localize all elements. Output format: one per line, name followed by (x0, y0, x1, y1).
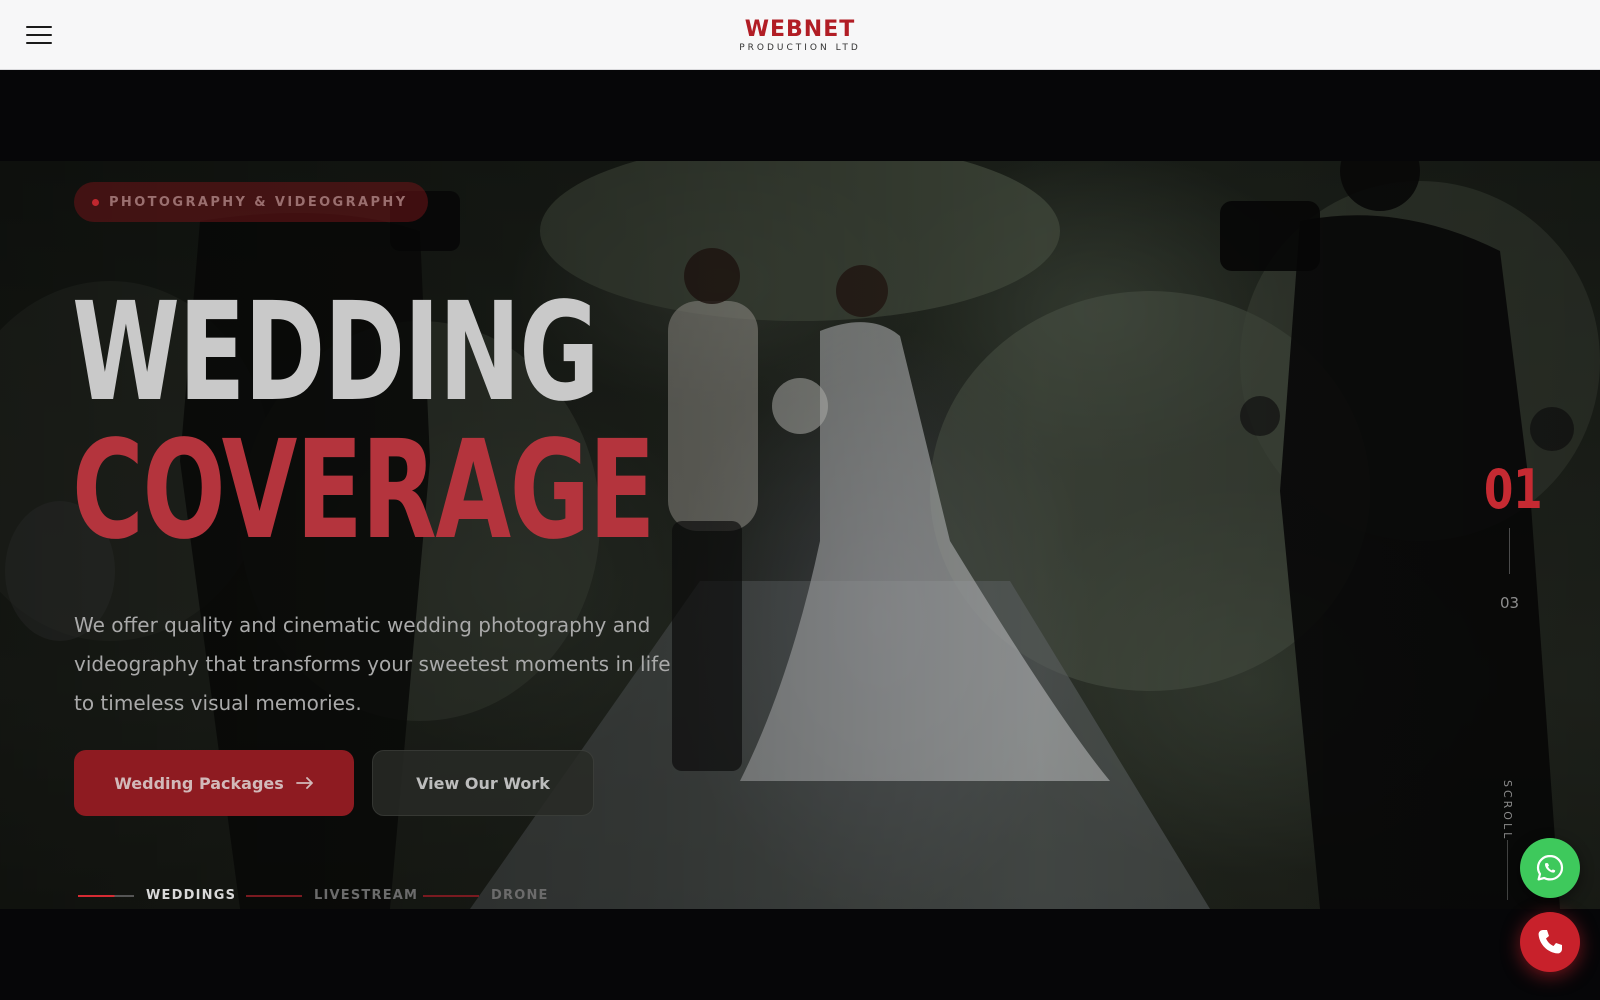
brand-tagline: PRODUCTION LTD (739, 42, 861, 53)
whatsapp-button[interactable] (1520, 838, 1580, 898)
view-our-work-button[interactable]: View Our Work (372, 750, 594, 816)
scroll-indicator-label: SCROLL (1501, 780, 1514, 842)
tab-label: LIVESTREAM (314, 888, 419, 903)
bottom-letterbox (0, 909, 1600, 1000)
tab-indicator-line (423, 894, 479, 897)
hamburger-menu-icon[interactable] (26, 22, 52, 46)
site-header: WEBNET PRODUCTION LTD (0, 0, 1600, 70)
hero-title-line2: COVERAGE (72, 412, 656, 570)
menu-bar (26, 42, 52, 44)
tab-drone[interactable]: DRONE (423, 888, 549, 903)
category-tag-label: PHOTOGRAPHY & VIDEOGRAPHY (109, 194, 408, 210)
view-our-work-label: View Our Work (416, 773, 550, 793)
wedding-packages-label: Wedding Packages (114, 773, 284, 793)
tab-label: WEDDINGS (146, 888, 237, 903)
tag-dot-icon (92, 198, 99, 206)
brand-logo[interactable]: WEBNET PRODUCTION LTD (739, 16, 861, 53)
menu-bar (26, 34, 52, 36)
arrow-right-icon (295, 777, 313, 789)
tab-livestream[interactable]: LIVESTREAM (246, 888, 418, 903)
wedding-packages-button[interactable]: Wedding Packages (74, 750, 354, 816)
slide-counter-divider (1509, 528, 1510, 574)
slide-counter-current: 01 (1484, 458, 1543, 521)
tab-indicator-line (78, 894, 134, 897)
slide-counter-total: 03 (1500, 594, 1520, 612)
tab-label: DRONE (491, 888, 549, 903)
tab-indicator-line (246, 894, 302, 897)
whatsapp-icon (1536, 854, 1564, 881)
top-letterbox (0, 70, 1600, 161)
hero-description: We offer quality and cinematic wedding p… (74, 613, 671, 715)
menu-bar (26, 26, 52, 28)
phone-icon (1538, 930, 1562, 954)
scroll-indicator-line (1507, 840, 1508, 900)
brand-name: WEBNET (744, 16, 856, 42)
phone-call-button[interactable] (1520, 912, 1580, 972)
hero-title-line1: WEDDING (72, 274, 600, 432)
page: WEBNET PRODUCTION LTD PHOTOGRAPHY & VIDE… (0, 0, 1600, 1000)
tab-weddings[interactable]: WEDDINGS (78, 888, 236, 903)
category-tag: PHOTOGRAPHY & VIDEOGRAPHY (74, 182, 428, 222)
